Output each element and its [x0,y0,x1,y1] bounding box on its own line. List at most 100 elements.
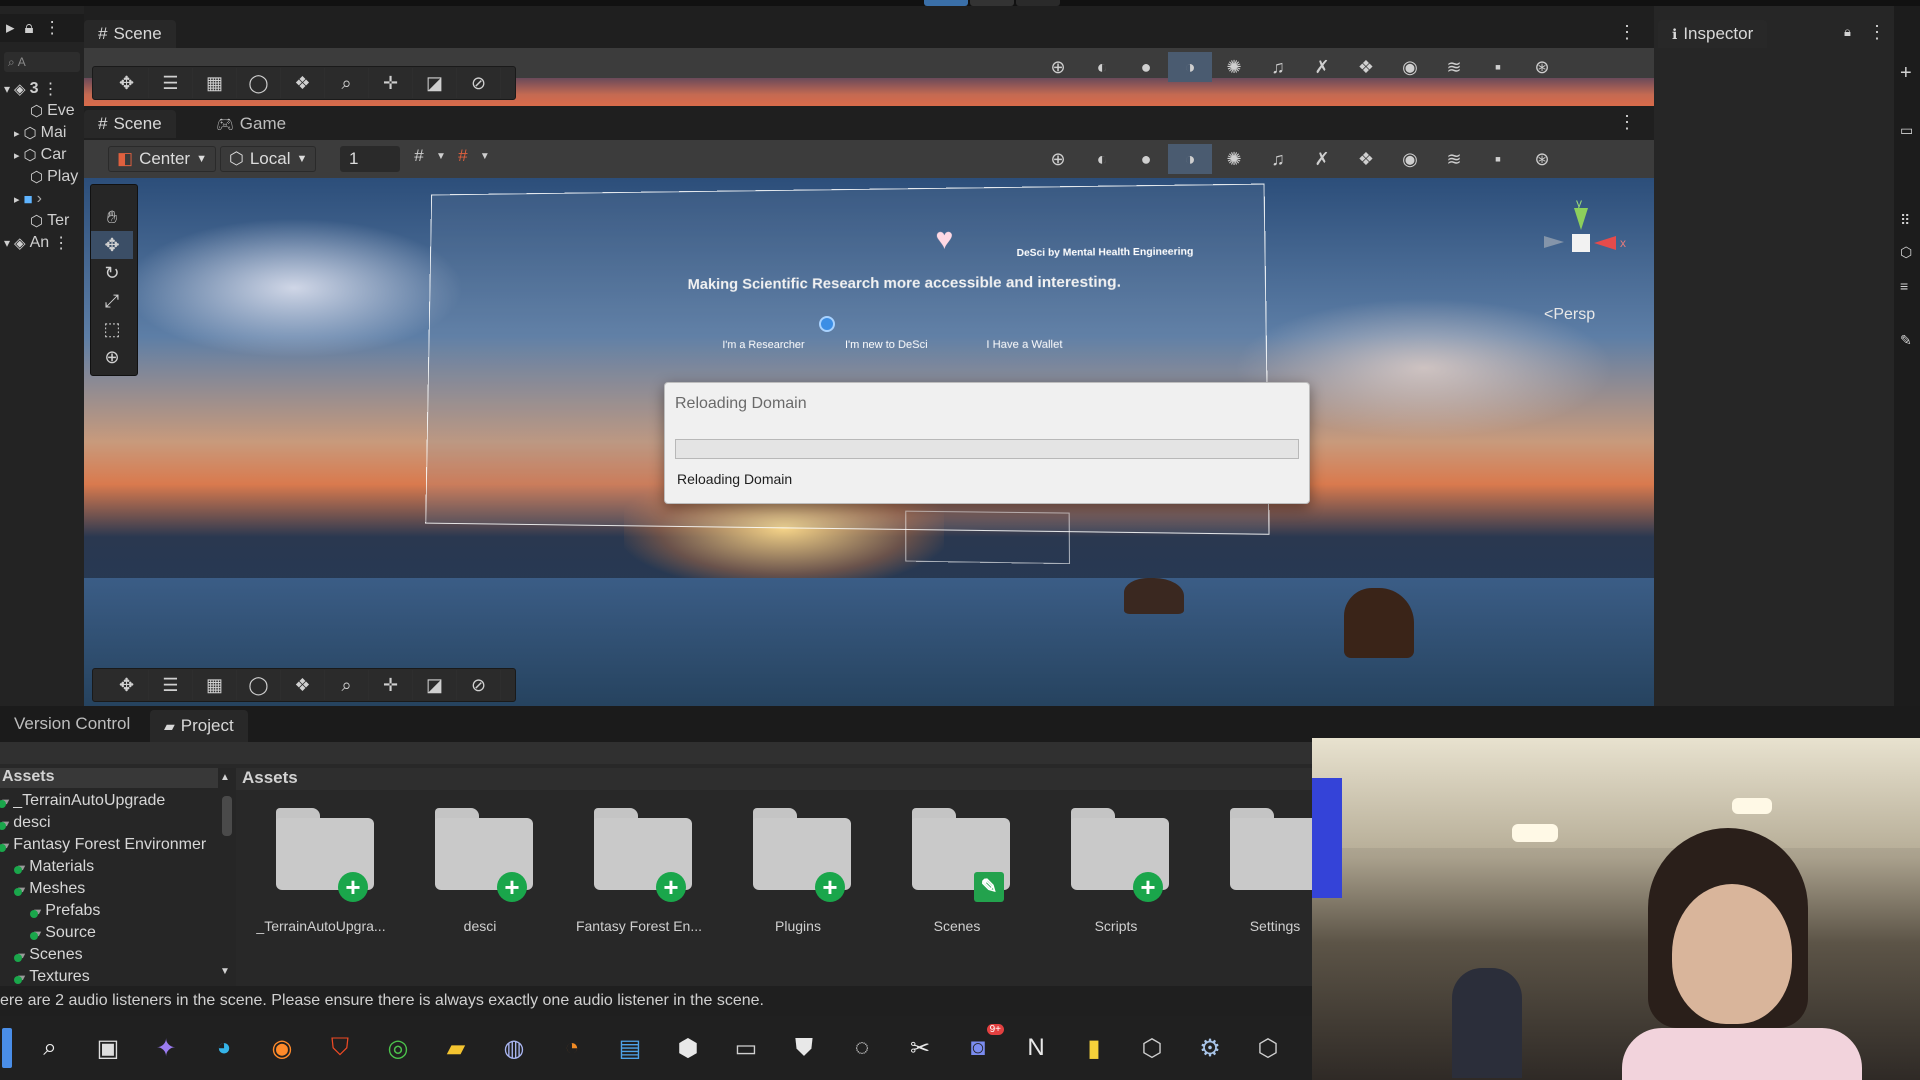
pivot-mode-dropdown[interactable]: ◧ Center ▼ [108,146,216,172]
lock-icon[interactable]: 🔒︎ [25,18,34,38]
scene-root-row[interactable]: ▾ ◈ 3 ⋮ [0,78,62,100]
gizmo-x-arrow-icon[interactable] [1594,236,1616,250]
file-explorer-icon[interactable]: ▰ [436,1028,476,1068]
more-icon[interactable]: ⋮ [42,79,62,99]
tab-scene-upper[interactable]: # Scene [84,20,176,48]
align-icon[interactable]: ☰ [149,68,193,98]
firefox-icon[interactable]: ◉ [262,1028,302,1068]
expand-arrow-icon[interactable]: ▾ [4,82,10,96]
gizmo-icon[interactable]: ⊛ [1520,52,1564,82]
gizmo-center-icon[interactable] [1572,234,1590,252]
search-icon[interactable]: ⌕ [30,1028,70,1068]
blender-icon[interactable]: ◔ [552,1028,592,1068]
tree-item[interactable]: ▰ Meshes [16,878,85,900]
scroll-up-icon[interactable]: ▲ [220,772,230,783]
light-probe-icon[interactable] [819,316,835,332]
layers-icon[interactable]: ❖ [281,68,325,98]
tab-inspector[interactable]: ℹ Inspector [1658,20,1767,48]
cube-icon[interactable]: ⬡ [1900,244,1912,261]
folder-item[interactable]: ✎ Scenes [882,798,1032,938]
chrome-icon[interactable]: ◎ [378,1028,418,1068]
shaded-wire-icon[interactable]: ◐ [1080,52,1124,82]
globe-icon[interactable]: ⊕ [1036,144,1080,174]
copilot-icon[interactable]: ✦ [146,1028,186,1068]
camera-icon[interactable]: ▪ [1476,144,1520,174]
tab-project[interactable]: ▰ Project [150,710,248,742]
folder-item[interactable]: Settings [1200,798,1312,938]
task-view-icon[interactable]: ▣ [88,1028,128,1068]
persp-toggle[interactable]: <Persp [1544,306,1595,324]
shaded-icon[interactable]: ● [1124,144,1168,174]
discord-icon[interactable]: ◙ 9+ [958,1028,998,1068]
play-triangle-icon[interactable]: ▸ [6,18,15,38]
more-icon[interactable]: ⋮ [44,18,61,38]
align-icon[interactable]: ☰ [149,670,193,700]
layers-icon[interactable]: ❖ [1344,52,1388,82]
scale-tool-icon[interactable]: ⤢ [91,287,133,315]
new-to-desci-button[interactable]: I'm new to DeSci [845,339,928,351]
breadcrumb[interactable]: Assets [236,768,1312,790]
compass-icon[interactable]: ⊘ [457,670,501,700]
tree-item[interactable]: ▰ desci [0,812,51,834]
sphere-icon[interactable]: ◯ [237,68,281,98]
unity-hub-icon[interactable]: ⬢ [668,1028,708,1068]
hierarchy-item-scene[interactable]: ▾ ◈ An ⋮ [0,232,73,254]
epic-icon[interactable]: ⛊ [784,1028,824,1068]
folder-item[interactable]: + _TerrainAutoUpgra... [246,798,396,938]
tab-game[interactable]: 🎮︎ Game [202,110,300,138]
grid-snap-icon[interactable]: ▦ [193,68,237,98]
tree-item[interactable]: ▰ Materials [16,856,94,878]
tree-scrollbar[interactable] [222,796,232,836]
fx-icon[interactable]: ✗ [1300,52,1344,82]
expand-arrow-icon[interactable]: ▸ [14,149,20,162]
folder-item[interactable]: + Fantasy Forest En... [564,798,714,938]
zoom-icon[interactable]: ⌕ [325,68,369,98]
compass-icon[interactable]: ⊘ [457,68,501,98]
paint-icon[interactable]: ✎ [1900,332,1912,349]
pivot-icon[interactable]: ✛ [369,670,413,700]
grid-icon[interactable]: ⠿ [1900,212,1910,229]
layers-icon[interactable]: ≡ [1900,278,1908,294]
lit-icon[interactable]: ◑ [1168,144,1212,174]
hierarchy-item[interactable]: ⬡ Eve [0,100,75,122]
tree-item[interactable]: ▰ _TerrainAutoUpgrade [0,790,165,812]
rotate-tool-icon[interactable]: ↻ [91,259,133,287]
layers-icon[interactable]: ❖ [281,670,325,700]
scroll-down-icon[interactable]: ▼ [220,966,230,977]
unity-icon[interactable]: ⬡ [1132,1028,1172,1068]
tab-scene[interactable]: # Scene [84,110,176,138]
audio-icon[interactable]: ♫ [1256,144,1300,174]
grid-size-input[interactable]: 1 [340,146,400,172]
chevron-down-icon[interactable]: ▼ [480,151,490,162]
folder-item[interactable]: + Scripts [1041,798,1191,938]
settings-icon[interactable]: ⚙ [1190,1028,1230,1068]
lock-icon[interactable]: 🔒︎ [1844,24,1851,40]
notion-icon[interactable]: N [1016,1028,1056,1068]
snap-grid-icon[interactable]: # [406,146,432,166]
plus-icon[interactable]: + [1900,62,1912,85]
tab-version-control[interactable]: Version Control [0,710,144,738]
fx-icon[interactable]: ✗ [1300,144,1344,174]
more-icon[interactable]: ⋮ [1618,112,1636,133]
capcut-icon[interactable]: ✂ [900,1028,940,1068]
expand-arrow-icon[interactable]: ▸ [14,193,20,206]
folder-item[interactable]: + Plugins [723,798,873,938]
grid-snap-icon[interactable]: ▦ [193,670,237,700]
tree-item[interactable]: ▰ Fantasy Forest Environmer [0,834,206,856]
researcher-button[interactable]: I'm a Researcher [722,339,804,351]
wallet-button[interactable]: I Have a Wallet [986,339,1062,351]
lit-icon[interactable]: ◑ [1168,52,1212,82]
gizmo-icon[interactable]: ⊛ [1520,144,1564,174]
shaded-icon[interactable]: ● [1124,52,1168,82]
tree-item[interactable]: ▰Scenes [16,944,83,966]
hierarchy-item[interactable]: ▸ ⬡ Mai [0,122,66,144]
snap-increment-icon[interactable]: # [450,146,476,166]
stack-icon[interactable]: ≋ [1432,144,1476,174]
tree-item[interactable]: ▰Textures [16,966,90,988]
terminal-icon[interactable]: ▭ [726,1028,766,1068]
space-mode-dropdown[interactable]: ⬡ Local ▼ [220,146,316,172]
move-tool-icon[interactable]: ✥ [105,68,149,98]
notepad-icon[interactable]: ▤ [610,1028,650,1068]
layers-icon[interactable]: ❖ [1344,144,1388,174]
camera-icon[interactable]: ◪ [413,670,457,700]
